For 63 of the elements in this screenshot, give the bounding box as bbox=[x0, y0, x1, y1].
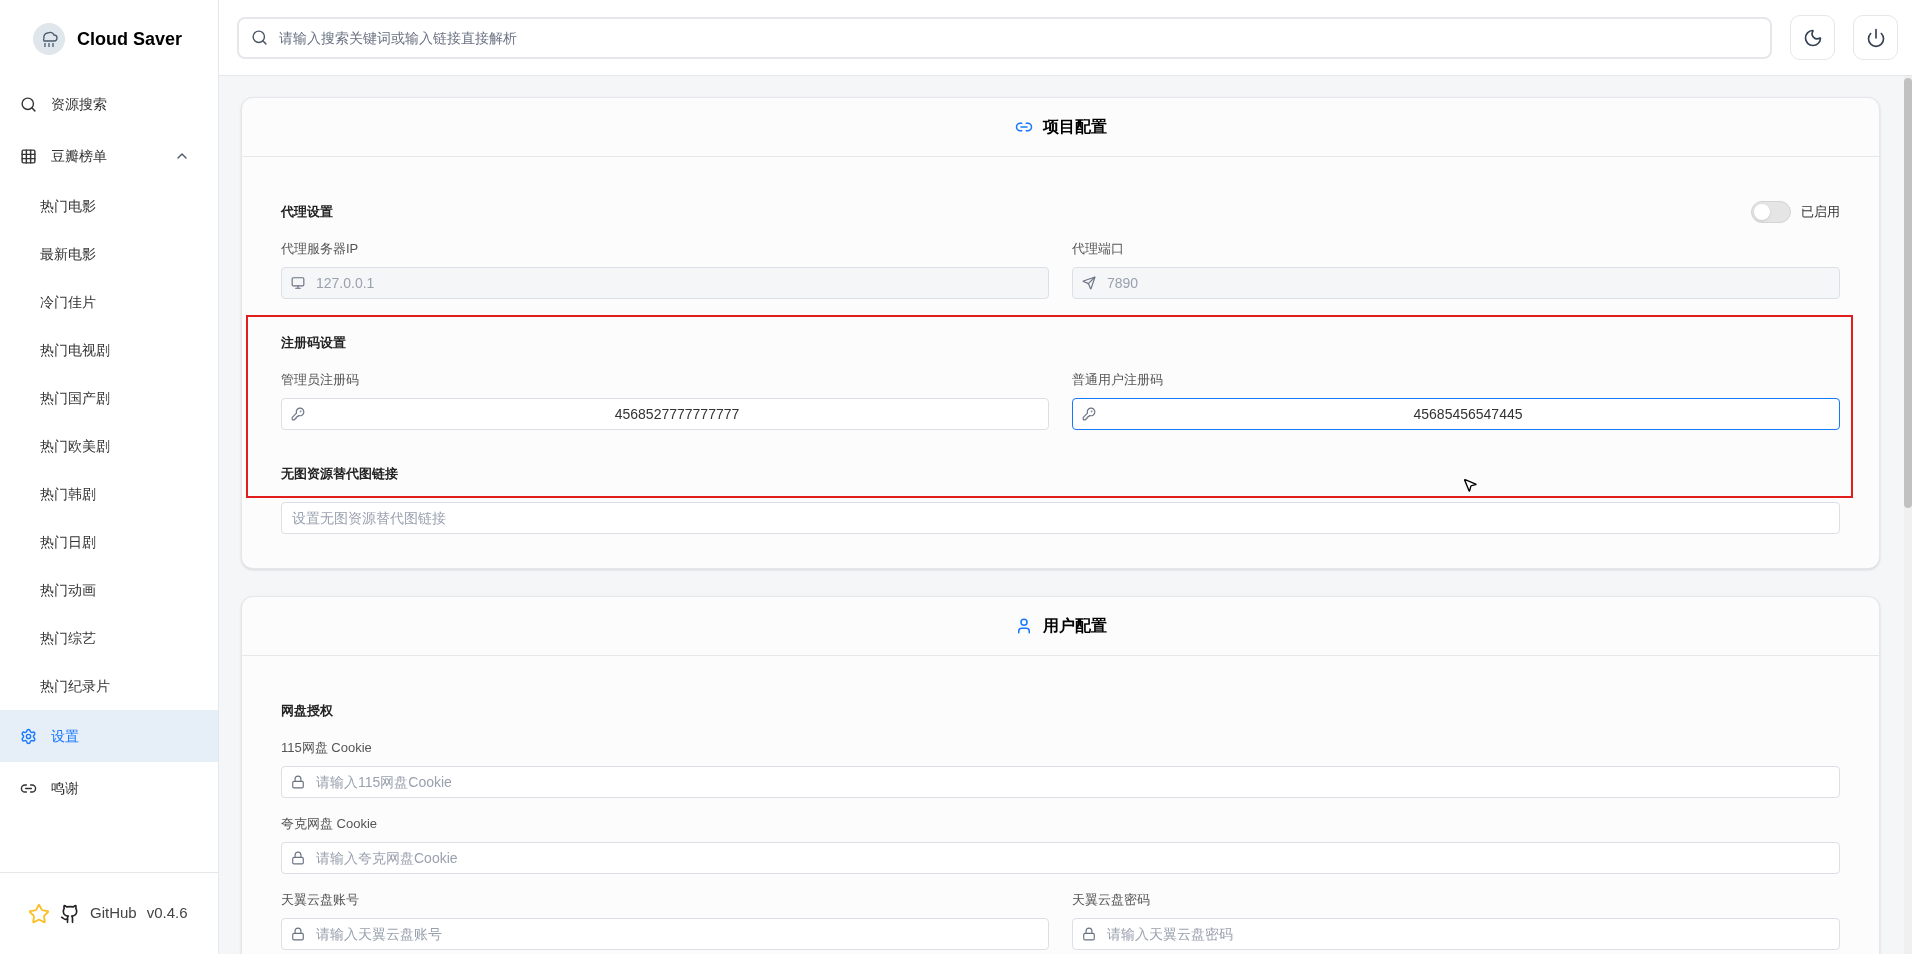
send-icon bbox=[1082, 276, 1096, 290]
sidebar-item[interactable]: 资源搜索 bbox=[0, 78, 218, 130]
field-label: 天翼云盘密码 bbox=[1072, 891, 1151, 909]
sidebar-item[interactable]: 鸣谢 bbox=[0, 762, 218, 814]
sidebar-subitem[interactable]: 热门电视剧 bbox=[0, 326, 218, 374]
search-icon bbox=[251, 28, 268, 46]
moon-icon bbox=[1802, 27, 1823, 48]
field-label: 普通用户注册码 bbox=[1072, 371, 1164, 389]
version-text: v0.4.6 bbox=[146, 903, 188, 924]
scrollbar-thumb[interactable] bbox=[1904, 78, 1912, 508]
github-icon bbox=[60, 903, 80, 924]
sidebar-subitem[interactable]: 热门韩剧 bbox=[0, 470, 218, 518]
lock-icon bbox=[291, 851, 305, 865]
monitor-icon bbox=[291, 276, 305, 290]
field-label: 代理端口 bbox=[1072, 240, 1125, 258]
field-label: 115网盘 Cookie bbox=[281, 739, 373, 757]
search-icon bbox=[20, 95, 37, 113]
grid-icon bbox=[20, 147, 37, 165]
group-title: 代理设置 bbox=[281, 203, 333, 222]
power-icon bbox=[1865, 27, 1886, 48]
github-link[interactable]: GitHub bbox=[90, 902, 137, 925]
cloud-logo-icon bbox=[33, 23, 65, 55]
sidebar-subitem[interactable]: 热门电影 bbox=[0, 182, 218, 230]
sidebar-item[interactable]: 豆瓣榜单 bbox=[0, 130, 218, 182]
sidebar-subitem[interactable]: 热门国产剧 bbox=[0, 374, 218, 422]
input-field[interactable]: 请输入天翼云盘密码 bbox=[1072, 918, 1840, 950]
sidebar-subitem[interactable]: 最新电影 bbox=[0, 230, 218, 278]
sidebar-subitem[interactable]: 热门动画 bbox=[0, 566, 218, 614]
dark-mode-button[interactable] bbox=[1790, 15, 1835, 60]
toggle-label: 已启用 bbox=[1801, 203, 1840, 222]
input-field[interactable]: 请输入夸克网盘Cookie bbox=[281, 842, 1840, 874]
mouse-cursor-icon bbox=[1462, 476, 1478, 494]
power-button[interactable] bbox=[1853, 15, 1898, 60]
input-field[interactable]: 请输入天翼云盘账号 bbox=[281, 918, 1049, 950]
sidebar-subitem[interactable]: 冷门佳片 bbox=[0, 278, 218, 326]
field-label: 代理服务器IP bbox=[281, 240, 360, 258]
star-icon bbox=[28, 902, 50, 925]
card-title: 项目配置 bbox=[1042, 117, 1107, 137]
app-name: Cloud Saver bbox=[77, 27, 183, 51]
group-title: 网盘授权 bbox=[281, 702, 333, 721]
card-title: 用户配置 bbox=[1042, 616, 1107, 636]
input-field[interactable]: 4568527777777777 bbox=[281, 398, 1049, 430]
lock-icon bbox=[291, 927, 305, 941]
sidebar-subitem[interactable]: 热门日剧 bbox=[0, 518, 218, 566]
field-label: 夸克网盘 Cookie bbox=[281, 815, 379, 833]
sidebar-subitem[interactable]: 热门纪录片 bbox=[0, 662, 218, 710]
lock-icon bbox=[1082, 927, 1096, 941]
toggle-switch[interactable] bbox=[1751, 201, 1791, 223]
search-field[interactable]: 请输入搜索关键词或输入链接直接解析 bbox=[237, 16, 1772, 59]
key-icon bbox=[1082, 407, 1096, 421]
input-field[interactable]: 请输入115网盘Cookie bbox=[281, 766, 1840, 798]
sidebar-item[interactable]: 设置 bbox=[0, 710, 218, 762]
sidebar-subitem[interactable]: 热门综艺 bbox=[0, 614, 218, 662]
field-label: 管理员注册码 bbox=[281, 371, 360, 389]
lock-icon bbox=[291, 775, 305, 789]
key-icon bbox=[291, 407, 305, 421]
group-title: 注册码设置 bbox=[281, 334, 346, 353]
settings-icon bbox=[20, 727, 37, 745]
input-field[interactable]: 设置无图资源替代图链接 bbox=[281, 502, 1840, 534]
field-label: 天翼云盘账号 bbox=[281, 891, 360, 909]
input-field[interactable]: 45685456547445 bbox=[1072, 398, 1840, 430]
group-title: 无图资源替代图链接 bbox=[281, 465, 398, 484]
sidebar-subitem[interactable]: 热门欧美剧 bbox=[0, 422, 218, 470]
